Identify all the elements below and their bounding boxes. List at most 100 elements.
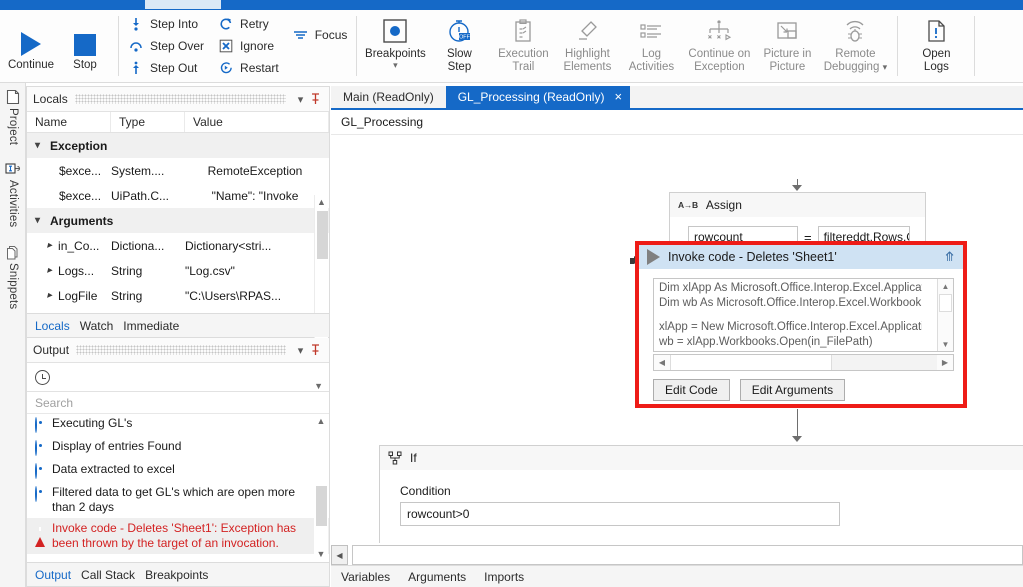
clock-icon[interactable] — [35, 369, 50, 385]
invoke-code-header[interactable]: Invoke code - Deletes 'Sheet1' ⤊ — [639, 245, 963, 269]
sidebar-item-project[interactable]: Project — [0, 83, 26, 155]
tab-gl-processing[interactable]: GL_Processing (ReadOnly) × — [445, 86, 631, 108]
slow-step-button[interactable]: OFF Slow Step — [427, 10, 491, 82]
locals-group-arguments[interactable]: ▾ Arguments — [27, 208, 329, 233]
invoke-code-editor[interactable]: Dim xlApp As Microsoft.Office.Interop.Ex… — [653, 278, 954, 352]
breadcrumb[interactable]: GL_Processing — [331, 110, 1023, 134]
retry-button[interactable]: Retry — [214, 13, 283, 35]
highlight-elements-button[interactable]: Highlight Elements — [555, 10, 619, 82]
if-condition-field[interactable]: rowcount>0 — [400, 502, 840, 526]
focus-button[interactable]: Focus — [289, 24, 352, 46]
list-item[interactable]: Display of entries Found — [27, 436, 329, 459]
remote-debugging-button[interactable]: Remote Debugging ▾ — [819, 10, 891, 82]
highlight-elements-label-2: Elements — [563, 60, 612, 73]
breakpoints-button[interactable]: Breakpoints ▾ — [363, 10, 427, 82]
locals-row[interactable]: ▸ LogFile String "C:\Users\RPAS... — [27, 283, 329, 308]
project-label: Project — [7, 108, 19, 146]
scroll-left-icon-designer[interactable]: ◀ — [331, 545, 348, 565]
tab-variables[interactable]: Variables — [341, 570, 390, 584]
scroll-down-icon-output[interactable]: ▼ — [314, 547, 328, 561]
list-item-error[interactable]: Invoke code - Deletes 'Sheet1': Exceptio… — [27, 518, 329, 554]
tab-arguments[interactable]: Arguments — [408, 570, 466, 584]
tab-immediate[interactable]: Immediate — [123, 319, 179, 333]
locals-group-exception[interactable]: ▾ Exception — [27, 133, 329, 158]
workflow-canvas[interactable]: A→B Assign rowcount = filtereddt.Rows.Co — [331, 134, 1023, 543]
edit-arguments-button[interactable]: Edit Arguments — [739, 379, 846, 401]
edit-code-button[interactable]: Edit Code — [653, 379, 730, 401]
left-panel-rail: Project Activities Snippets — [0, 83, 26, 587]
output-search-input[interactable]: Search — [27, 392, 329, 414]
chevron-down-icon-remote[interactable]: ▾ — [883, 62, 888, 72]
tab-imports[interactable]: Imports — [484, 570, 524, 584]
chevron-right-icon[interactable]: ▸ — [47, 265, 52, 276]
stop-button[interactable]: Stop — [58, 10, 112, 82]
locals-row[interactable]: ▸ in_Co... Dictiona... Dictionary<stri... — [27, 233, 329, 258]
step-into-button[interactable]: Step Into — [124, 13, 208, 35]
output-vertical-scrollbar[interactable]: ▲ ▼ — [314, 414, 328, 561]
tab-watch[interactable]: Watch — [80, 319, 114, 333]
designer-horizontal-scrollbar[interactable]: ◀ — [331, 545, 1023, 565]
chevron-down-icon-locals[interactable]: ▾ — [293, 91, 308, 107]
locals-row[interactable]: $exce... System.... RemoteException — [27, 158, 329, 183]
ignore-button[interactable]: Ignore — [214, 35, 283, 57]
retry-label: Retry — [240, 17, 269, 31]
log-activities-button[interactable]: Log Activities — [619, 10, 683, 82]
locals-row-type: String — [111, 288, 143, 303]
focus-group: Focus — [286, 10, 355, 82]
list-item[interactable]: Executing GL's — [27, 413, 329, 436]
close-icon[interactable]: × — [614, 90, 622, 103]
tab-main[interactable]: Main (ReadOnly) — [331, 86, 446, 108]
scrollbar-track-designer[interactable] — [352, 545, 1023, 565]
overflow-chevron-icon[interactable]: ▼ — [314, 382, 323, 391]
scrollbar-thumb-code-h[interactable] — [670, 355, 832, 370]
pin-icon-output[interactable] — [308, 342, 323, 358]
scroll-left-icon-code[interactable]: ◀ — [654, 355, 670, 370]
invoke-code-buttons: Edit Code Edit Arguments — [639, 371, 963, 401]
scrollbar-thumb-code[interactable] — [939, 294, 952, 312]
list-item[interactable]: Data extracted to excel — [27, 459, 329, 482]
picture-in-picture-button[interactable]: Picture in Picture — [755, 10, 819, 82]
chevron-down-icon-arguments-group[interactable]: ▾ — [35, 215, 45, 226]
chevron-right-icon[interactable]: ▸ — [47, 290, 52, 301]
scroll-up-icon-output[interactable]: ▲ — [314, 414, 328, 428]
scroll-up-icon-code[interactable]: ▲ — [938, 279, 953, 293]
sidebar-item-activities[interactable]: Activities — [0, 155, 26, 237]
ignore-label: Ignore — [240, 39, 275, 53]
collapse-icon[interactable]: ⤊ — [944, 250, 955, 263]
sidebar-item-snippets[interactable]: Snippets — [0, 238, 26, 319]
step-out-button[interactable]: Step Out — [124, 57, 208, 79]
tab-breakpoints[interactable]: Breakpoints — [145, 568, 208, 582]
tab-locals[interactable]: Locals — [35, 319, 70, 333]
scrollbar-thumb[interactable] — [317, 211, 328, 259]
column-header-value[interactable]: Value — [185, 112, 329, 132]
execution-trail-button[interactable]: Execution Trail — [491, 10, 555, 82]
chevron-down-icon[interactable]: ▾ — [393, 60, 398, 69]
chevron-down-icon-exception-group[interactable]: ▾ — [35, 140, 45, 151]
if-activity[interactable]: If Condition rowcount>0 Then Else — [379, 445, 1023, 543]
scrollbar-thumb-output[interactable] — [316, 486, 327, 526]
scroll-right-icon-code[interactable]: ▶ — [937, 355, 953, 370]
step-over-button[interactable]: Step Over — [124, 35, 208, 57]
locals-row[interactable]: $exce... UiPath.C... "Name": "Invoke — [27, 183, 329, 208]
chevron-down-icon-output[interactable]: ▾ — [293, 342, 308, 358]
code-vertical-scrollbar[interactable]: ▲ ▼ — [937, 279, 953, 351]
continue-button[interactable]: Continue — [4, 10, 58, 82]
tab-call-stack[interactable]: Call Stack — [81, 568, 135, 582]
code-horizontal-scrollbar[interactable]: ◀ ▶ — [653, 354, 954, 371]
locals-row[interactable]: ▸ Logs... String "Log.csv" — [27, 258, 329, 283]
invoke-code-activity[interactable]: Invoke code - Deletes 'Sheet1' ⤊ Dim xlA… — [635, 241, 967, 408]
log-activities-label-1: Log — [641, 48, 661, 60]
scroll-up-icon[interactable]: ▲ — [315, 195, 328, 209]
scroll-down-icon-code[interactable]: ▼ — [938, 337, 953, 351]
chevron-right-icon[interactable]: ▸ — [47, 240, 52, 251]
column-header-type[interactable]: Type — [111, 112, 185, 132]
pin-icon-locals[interactable] — [308, 91, 323, 107]
open-logs-button[interactable]: Open Logs — [904, 10, 968, 82]
list-item[interactable]: Filtered data to get GL's which are open… — [27, 482, 329, 518]
info-icon — [35, 486, 46, 515]
tab-output[interactable]: Output — [35, 568, 71, 582]
column-header-name[interactable]: Name — [27, 112, 111, 132]
restart-button[interactable]: Restart — [214, 57, 283, 79]
continue-on-exception-button[interactable]: Continue on Exception — [683, 10, 755, 82]
step-into-icon — [128, 16, 144, 32]
